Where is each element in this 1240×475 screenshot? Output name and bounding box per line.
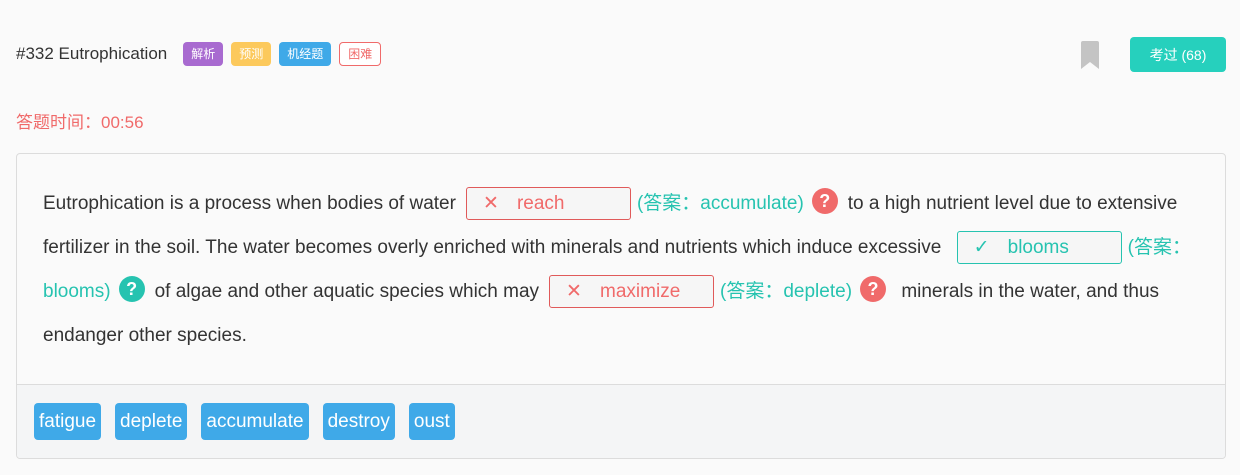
option-word[interactable]: fatigue (34, 403, 102, 440)
tag-difficulty: 困难 (339, 42, 382, 66)
bookmark-icon[interactable] (1081, 41, 1099, 69)
question-header: #332 Eutrophication 解析 预测 机经题 困难 (16, 40, 389, 68)
passage-segment: of algae and other aquatic species which… (154, 281, 540, 302)
done-count-button[interactable]: 考过 (68) (1130, 37, 1226, 72)
passage-text: Eutrophication is a process when bodies … (17, 154, 1225, 384)
passage-segment: Eutrophication is a process when bodies … (43, 193, 456, 214)
help-icon[interactable]: ? (118, 275, 145, 302)
check-icon: ✓ (973, 237, 990, 259)
wrong-icon: ✕ (566, 281, 582, 303)
tag-prediction[interactable]: 预测 (231, 42, 272, 66)
option-word[interactable]: deplete (115, 403, 188, 440)
blank-2[interactable]: ✓ blooms (956, 231, 1122, 265)
question-card: Eutrophication is a process when bodies … (16, 153, 1226, 459)
blank-3-answer: (答案：deplete) (720, 281, 853, 302)
blank-3[interactable]: ✕ maximize (549, 275, 715, 309)
tag-recalled[interactable]: 机经题 (279, 42, 332, 66)
blank-3-value: maximize (600, 281, 681, 303)
question-title: #332 Eutrophication (16, 44, 168, 63)
wrong-icon: ✕ (482, 193, 499, 215)
tag-analysis[interactable]: 解析 (183, 42, 224, 66)
option-word[interactable]: destroy (322, 403, 395, 440)
blank-1-value: reach (516, 193, 565, 215)
help-icon[interactable]: ? (860, 275, 887, 302)
answer-timer: 答题时间：00:56 (16, 113, 144, 132)
blank-2-value: blooms (1007, 237, 1069, 259)
blank-1[interactable]: ✕ reach (465, 187, 631, 221)
help-icon[interactable]: ? (811, 187, 838, 214)
option-word[interactable]: accumulate (201, 403, 309, 440)
option-word[interactable]: oust (408, 403, 455, 440)
word-options: fatigue deplete accumulate destroy oust (17, 384, 1225, 458)
blank-1-answer: (答案：accumulate) (636, 193, 804, 214)
